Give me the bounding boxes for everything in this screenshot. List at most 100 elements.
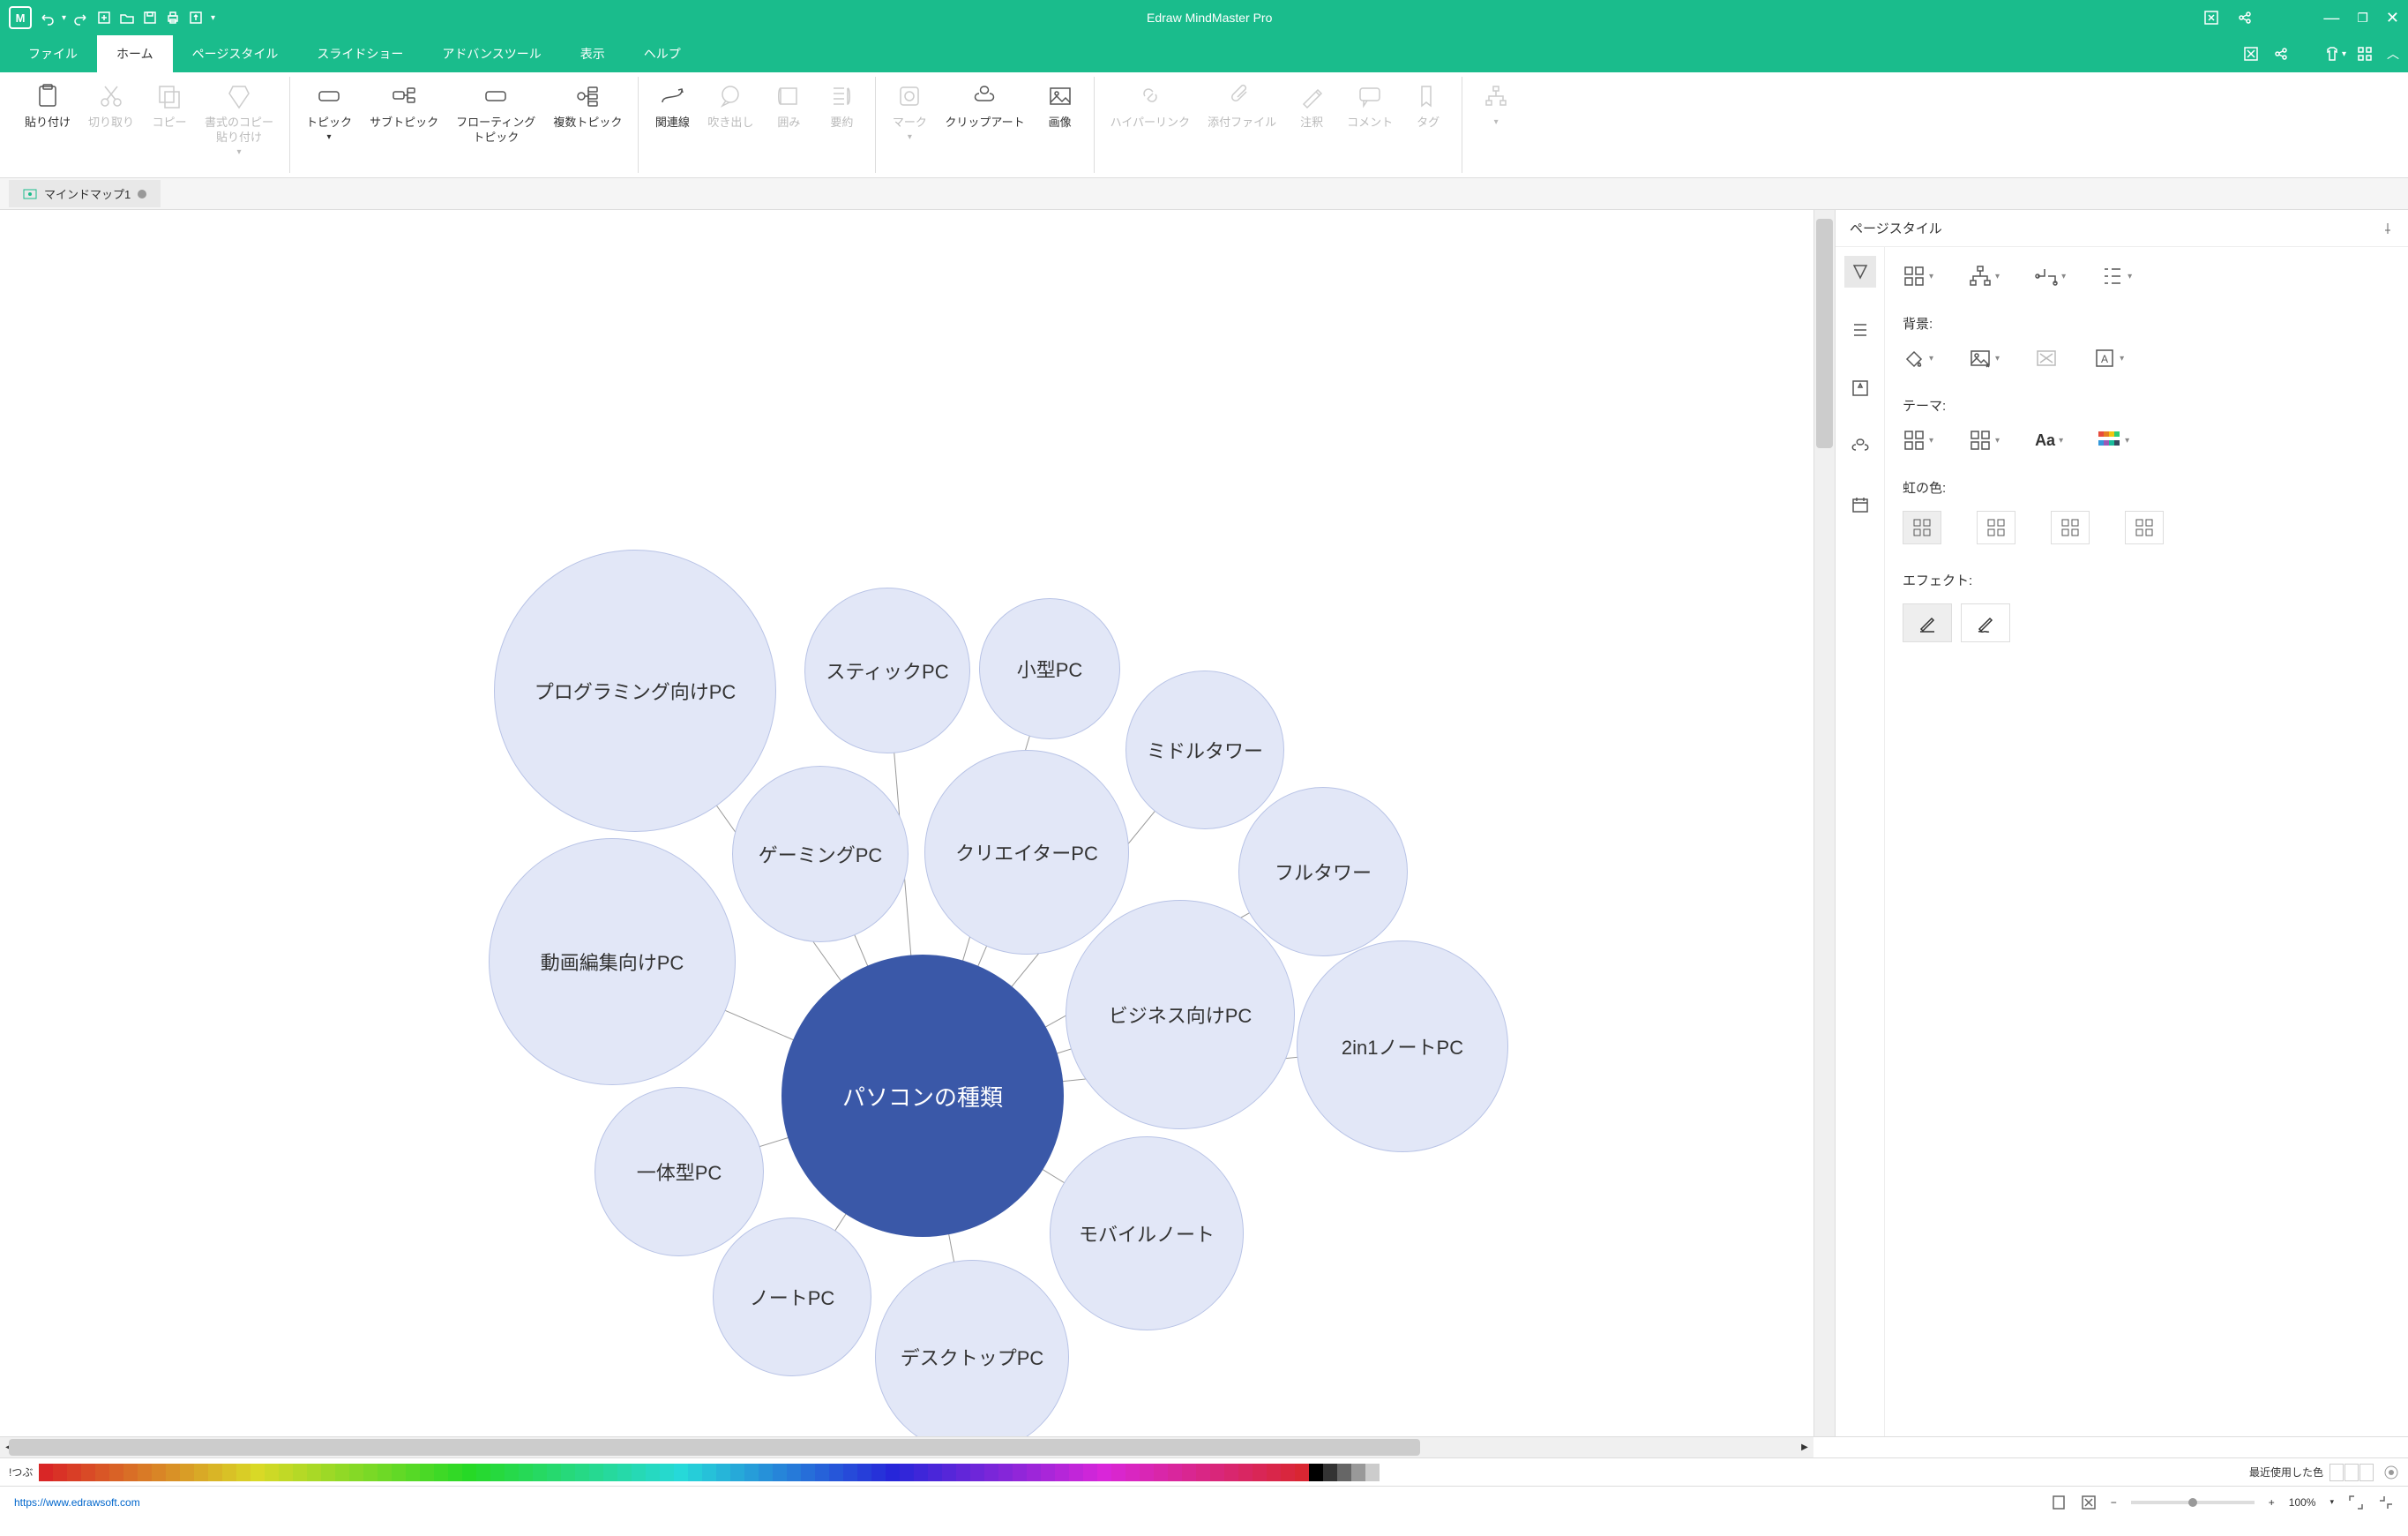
node-stick[interactable]: スティックPC [804,588,970,753]
color-swatch[interactable] [744,1464,759,1481]
color-swatch[interactable] [815,1464,829,1481]
effect-sketch[interactable] [1961,603,2010,642]
sidetab-task[interactable] [1844,489,1876,521]
layout-list-button[interactable]: ▾ [2101,265,2132,288]
bg-fill-button[interactable]: ▾ [1903,347,1933,370]
layout-connector-button[interactable]: ▾ [2035,265,2066,288]
website-link[interactable]: https://www.edrawsoft.com [14,1496,140,1509]
color-swatch[interactable] [81,1464,95,1481]
color-swatch[interactable] [1140,1464,1154,1481]
color-swatch[interactable] [1055,1464,1069,1481]
color-swatch[interactable] [392,1464,406,1481]
layout-grid-button[interactable]: ▾ [1903,265,1933,288]
color-swatch[interactable] [335,1464,349,1481]
summary-button[interactable]: 要約 [815,77,868,173]
color-swatch[interactable] [900,1464,914,1481]
color-swatch[interactable] [67,1464,81,1481]
rainbow-opt2[interactable] [1977,511,2015,544]
sidetab-style[interactable] [1844,256,1876,288]
color-swatch[interactable] [490,1464,505,1481]
sidetab-clipart[interactable] [1844,431,1876,462]
color-swatch[interactable] [956,1464,970,1481]
color-swatch[interactable] [519,1464,533,1481]
node-2in1[interactable]: 2in1ノートPC [1297,940,1508,1152]
close-icon[interactable]: ✕ [2386,9,2399,27]
color-swatch[interactable] [914,1464,928,1481]
color-swatch[interactable] [279,1464,293,1481]
tab-view[interactable]: 表示 [561,35,624,72]
sidetab-icons[interactable] [1844,372,1876,404]
node-notebook[interactable]: ノートPC [713,1218,871,1376]
redo-icon[interactable] [73,10,89,26]
more-colors-icon[interactable] [2383,1465,2399,1480]
node-mobile[interactable]: モバイルノート [1050,1136,1244,1330]
save-icon[interactable] [142,10,158,26]
color-swatch[interactable] [2329,1464,2344,1481]
color-swatch[interactable] [1027,1464,1041,1481]
color-swatch[interactable] [632,1464,646,1481]
color-swatch[interactable] [194,1464,208,1481]
color-swatch[interactable] [321,1464,335,1481]
color-swatch[interactable] [1154,1464,1168,1481]
theme-rainbow-button[interactable]: ▾ [2098,431,2129,449]
copy-button[interactable]: コピー [143,77,196,173]
color-swatch[interactable] [688,1464,702,1481]
color-swatch[interactable] [434,1464,448,1481]
color-swatch[interactable] [857,1464,871,1481]
minimize-icon[interactable]: — [2323,9,2339,27]
exit-fullscreen-icon[interactable] [2378,1495,2394,1510]
sidetab-outline[interactable] [1844,314,1876,346]
color-swatch[interactable] [660,1464,674,1481]
color-swatch[interactable] [646,1464,660,1481]
fullscreen-icon[interactable] [2348,1495,2364,1510]
share2-icon[interactable] [2273,46,2289,62]
color-swatch[interactable] [773,1464,787,1481]
canvas[interactable]: プログラミング向けPCスティックPC小型PCミドルタワーゲーミングPCクリエイタ… [0,210,1813,1436]
relation-button[interactable]: 関連線 [646,77,699,173]
color-swatch[interactable] [759,1464,773,1481]
node-desktop[interactable]: デスクトップPC [875,1260,1069,1436]
color-swatch[interactable] [152,1464,166,1481]
theme-style-button[interactable]: ▾ [1969,429,2000,452]
undo-icon[interactable] [39,10,55,26]
color-swatch[interactable] [448,1464,462,1481]
effect-pen[interactable] [1903,603,1952,642]
tab-advanced[interactable]: アドバンスツール [423,35,560,72]
color-swatch[interactable] [1238,1464,1253,1481]
apps-icon[interactable] [2357,46,2373,62]
node-video[interactable]: 動画編集向けPC [489,838,736,1085]
subtopic-button[interactable]: サブトピック [361,77,447,173]
document-tab[interactable]: マインドマップ1 [9,180,161,207]
color-swatch[interactable] [702,1464,716,1481]
color-swatch[interactable] [138,1464,152,1481]
color-swatch[interactable] [886,1464,900,1481]
attach-button[interactable]: 添付ファイル [1199,77,1285,173]
theme-font-button[interactable]: Aa▾ [2035,431,2063,450]
color-swatch[interactable] [293,1464,307,1481]
paste-button[interactable]: 貼り付け [16,77,79,173]
zoom-out-icon[interactable]: − [2111,1496,2117,1509]
bg-watermark-button[interactable]: A▾ [2093,347,2124,370]
color-swatch[interactable] [801,1464,815,1481]
color-swatch[interactable] [2359,1464,2374,1481]
color-swatch[interactable] [730,1464,744,1481]
tab-pagestyle[interactable]: ページスタイル [173,35,298,72]
horizontal-scrollbar[interactable]: ◀ ▶ [0,1437,1813,1457]
comment-button[interactable]: コメント [1338,77,1402,173]
layout-tree-button[interactable]: ▾ [1969,265,2000,288]
color-swatch[interactable] [349,1464,363,1481]
open-icon[interactable] [119,10,135,26]
color-swatch[interactable] [476,1464,490,1481]
color-swatch[interactable] [843,1464,857,1481]
node-business[interactable]: ビジネス向けPC [1066,900,1295,1129]
color-swatch[interactable] [251,1464,265,1481]
color-swatch[interactable] [1380,1464,1394,1481]
color-swatch[interactable] [589,1464,603,1481]
screen-icon[interactable] [2203,10,2219,26]
export-icon[interactable] [188,10,204,26]
fit-page-icon[interactable] [2081,1495,2097,1510]
note-button[interactable]: 注釈 [1285,77,1338,173]
node-small[interactable]: 小型PC [979,598,1120,739]
node-center[interactable]: パソコンの種類 [781,955,1064,1237]
color-swatch[interactable] [1224,1464,1238,1481]
